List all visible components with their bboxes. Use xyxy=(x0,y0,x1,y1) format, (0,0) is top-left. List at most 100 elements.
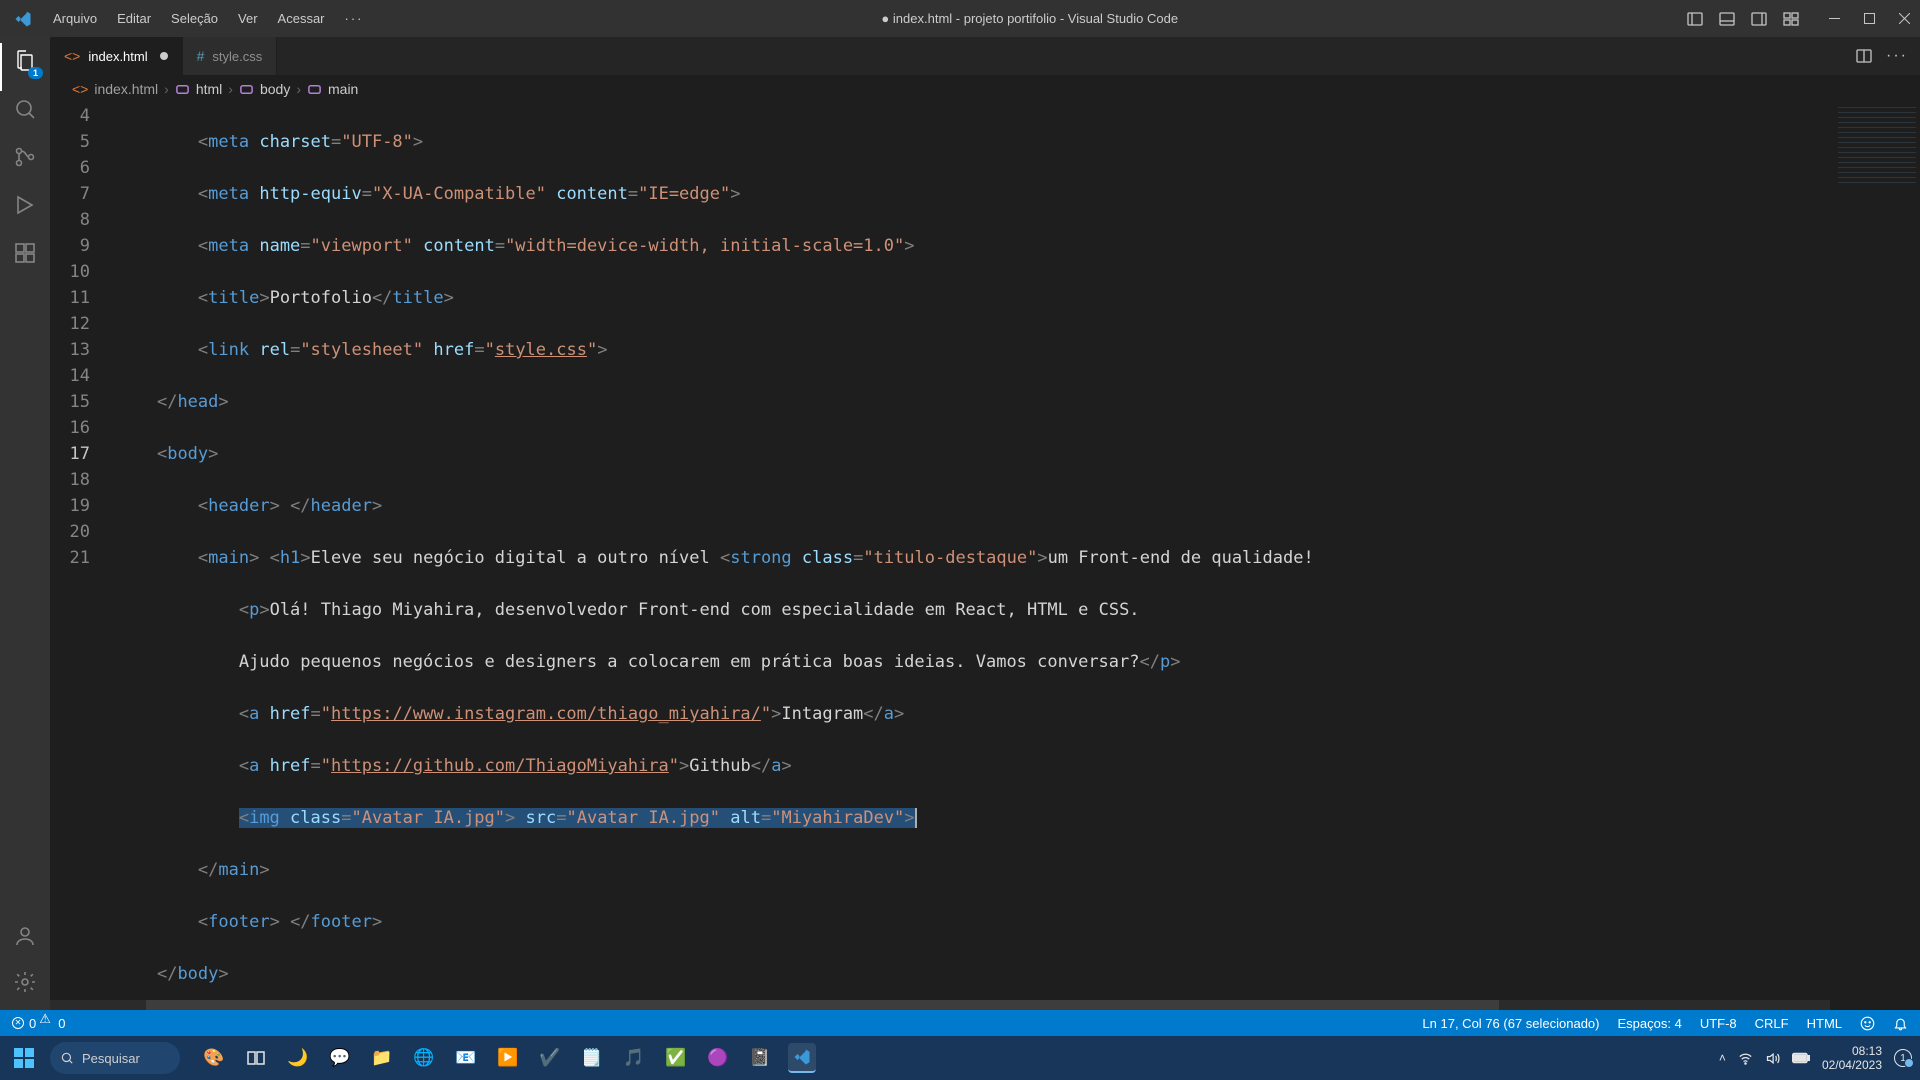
menu-arquivo[interactable]: Arquivo xyxy=(44,5,106,32)
chevron-right-icon: › xyxy=(164,81,169,97)
tab-actions: ··· xyxy=(1844,37,1920,75)
breadcrumb-body[interactable]: body xyxy=(260,81,290,97)
vscode-logo-icon xyxy=(14,10,32,28)
minimize-icon[interactable] xyxy=(1829,13,1840,24)
status-errors[interactable]: ✕0 0 xyxy=(12,1016,65,1031)
layout-panel-left-icon[interactable] xyxy=(1687,11,1703,27)
tray-wifi-icon[interactable] xyxy=(1738,1051,1753,1066)
menu-selecao[interactable]: Seleção xyxy=(162,5,227,32)
taskbar-spotify-icon[interactable]: 🎵 xyxy=(620,1044,648,1072)
layout-panel-bottom-icon[interactable] xyxy=(1719,11,1735,27)
editor-layout-controls xyxy=(1687,11,1799,27)
search-placeholder: Pesquisar xyxy=(82,1051,140,1066)
layout-panel-right-icon[interactable] xyxy=(1751,11,1767,27)
chevron-right-icon: › xyxy=(228,81,233,97)
taskbar-edge-icon[interactable]: 🌐 xyxy=(410,1044,438,1072)
start-button-icon[interactable] xyxy=(8,1042,40,1074)
more-actions-icon[interactable]: ··· xyxy=(1886,47,1908,65)
activity-run-debug-icon[interactable] xyxy=(13,193,37,217)
minimap[interactable] xyxy=(1830,103,1920,1010)
activity-search-icon[interactable] xyxy=(13,97,37,121)
maximize-icon[interactable] xyxy=(1864,13,1875,24)
status-feedback-icon[interactable] xyxy=(1860,1016,1875,1031)
status-notifications-icon[interactable] xyxy=(1893,1016,1908,1031)
symbol-icon xyxy=(175,82,190,97)
breadcrumb-html[interactable]: html xyxy=(196,81,222,97)
explorer-badge: 1 xyxy=(28,67,43,79)
text-cursor xyxy=(915,808,917,828)
breadcrumb-main[interactable]: main xyxy=(328,81,358,97)
tab-label: index.html xyxy=(88,49,147,64)
taskbar-taskview-icon[interactable] xyxy=(242,1044,270,1072)
warning-icon xyxy=(41,1018,53,1029)
taskbar-explorer-icon[interactable]: 📁 xyxy=(368,1044,396,1072)
breadcrumbs[interactable]: <> index.html › html › body › main xyxy=(50,75,1920,103)
window-controls xyxy=(1829,13,1910,24)
tray-clock[interactable]: 08:13 02/04/2023 xyxy=(1822,1044,1882,1073)
taskbar-todo-icon[interactable]: ✅ xyxy=(662,1044,690,1072)
taskbar-weather-icon[interactable]: 🌙 xyxy=(284,1044,312,1072)
css-file-icon: # xyxy=(197,48,205,64)
editor-tabs: <> index.html # style.css ··· xyxy=(50,37,1920,75)
html-file-icon: <> xyxy=(72,81,88,97)
editor-code-area[interactable]: 4 5 6 7 8 9 10 11 12 13 14 15 16 17 18 1… xyxy=(50,103,1920,1010)
status-selection[interactable]: Ln 17, Col 76 (67 selecionado) xyxy=(1422,1016,1599,1031)
menu-editar[interactable]: Editar xyxy=(108,5,160,32)
editor-group: <> index.html # style.css ··· <> index.h… xyxy=(50,37,1920,1010)
html-file-icon: <> xyxy=(64,48,80,64)
menu-bar: Arquivo Editar Seleção Ver Acessar ··· xyxy=(44,5,373,32)
taskbar-note-icon[interactable]: 🗒️ xyxy=(578,1044,606,1072)
horizontal-scrollbar[interactable] xyxy=(50,1000,1830,1010)
main-area: 1 <> index.html xyxy=(0,37,1920,1010)
status-spaces[interactable]: Espaços: 4 xyxy=(1617,1016,1681,1031)
error-icon: ✕ xyxy=(12,1017,24,1029)
tray-volume-icon[interactable] xyxy=(1765,1051,1780,1066)
taskbar-youtube-icon[interactable]: ▶️ xyxy=(494,1044,522,1072)
tab-modified-indicator-icon xyxy=(160,52,168,60)
split-editor-icon[interactable] xyxy=(1856,48,1872,64)
titlebar: Arquivo Editar Seleção Ver Acessar ··· ●… xyxy=(0,0,1920,37)
taskbar-apps: 🎨 🌙 💬 📁 🌐 📧 ▶️ ✔️ 🗒️ 🎵 ✅ 🟣 📓 xyxy=(200,1043,816,1073)
status-language[interactable]: HTML xyxy=(1807,1016,1842,1031)
menu-ver[interactable]: Ver xyxy=(229,5,267,32)
tray-notifications-icon[interactable]: 1 xyxy=(1894,1049,1912,1067)
taskbar-norton-icon[interactable]: ✔️ xyxy=(536,1044,564,1072)
search-icon xyxy=(60,1051,74,1065)
activity-extensions-icon[interactable] xyxy=(13,241,37,265)
tray-battery-icon[interactable] xyxy=(1792,1052,1810,1064)
code-content[interactable]: <meta charset="UTF-8"> <meta http-equiv=… xyxy=(116,103,1830,1010)
taskbar-tray: ˄ 08:13 02/04/2023 1 xyxy=(1719,1044,1912,1073)
menu-overflow[interactable]: ··· xyxy=(336,5,373,32)
windows-taskbar: Pesquisar 🎨 🌙 💬 📁 🌐 📧 ▶️ ✔️ 🗒️ 🎵 ✅ 🟣 📓 ˄… xyxy=(0,1036,1920,1080)
status-eol[interactable]: CRLF xyxy=(1755,1016,1789,1031)
menu-acessar[interactable]: Acessar xyxy=(269,5,334,32)
status-encoding[interactable]: UTF-8 xyxy=(1700,1016,1737,1031)
scrollbar-thumb[interactable] xyxy=(146,1000,1499,1010)
taskbar-notion-icon[interactable]: 📓 xyxy=(746,1044,774,1072)
taskbar-vscode-icon[interactable] xyxy=(788,1043,816,1073)
taskbar-teams-icon[interactable]: 💬 xyxy=(326,1044,354,1072)
activity-accounts-icon[interactable] xyxy=(13,924,37,948)
tray-chevron-icon[interactable]: ˄ xyxy=(1719,1051,1726,1065)
chevron-right-icon: › xyxy=(296,81,301,97)
close-icon[interactable] xyxy=(1899,13,1910,24)
minimap-content xyxy=(1838,107,1916,187)
symbol-icon xyxy=(239,82,254,97)
taskbar-search[interactable]: Pesquisar xyxy=(50,1042,180,1074)
activity-source-control-icon[interactable] xyxy=(13,145,37,169)
status-bar: ✕0 0 Ln 17, Col 76 (67 selecionado) Espa… xyxy=(0,1010,1920,1036)
activity-bar: 1 xyxy=(0,37,50,1010)
symbol-icon xyxy=(307,82,322,97)
window-title: ● index.html - projeto portifolio - Visu… xyxy=(373,11,1687,26)
taskbar-copilot-icon[interactable]: 🟣 xyxy=(704,1044,732,1072)
tab-index-html[interactable]: <> index.html xyxy=(50,37,183,75)
taskbar-outlook-icon[interactable]: 📧 xyxy=(452,1044,480,1072)
tab-label: style.css xyxy=(212,49,262,64)
tab-style-css[interactable]: # style.css xyxy=(183,37,278,75)
line-number-gutter: 4 5 6 7 8 9 10 11 12 13 14 15 16 17 18 1… xyxy=(50,103,116,1010)
taskbar-app-1[interactable]: 🎨 xyxy=(200,1044,228,1072)
activity-settings-icon[interactable] xyxy=(13,970,37,994)
layout-customize-icon[interactable] xyxy=(1783,11,1799,27)
activity-explorer-icon[interactable]: 1 xyxy=(13,49,37,73)
breadcrumb-file[interactable]: index.html xyxy=(94,81,158,97)
